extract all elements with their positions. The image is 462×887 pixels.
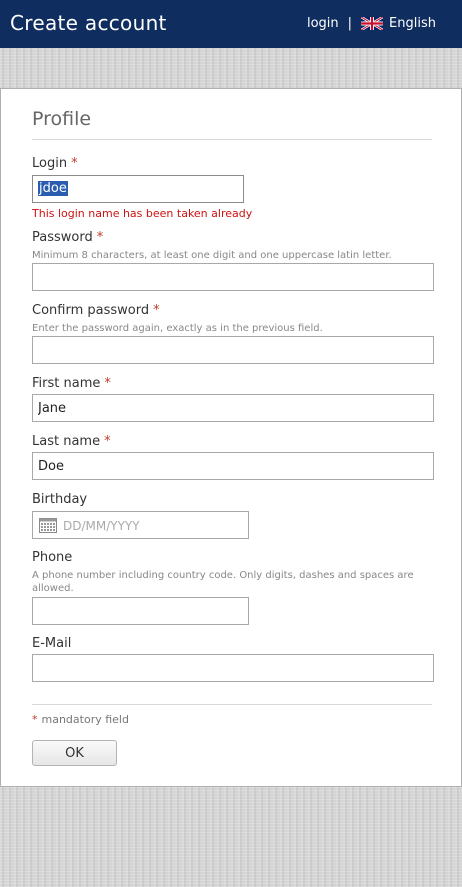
last-name-label: Last name * xyxy=(32,434,111,449)
uk-flag-icon[interactable] xyxy=(361,17,384,30)
birthday-label: Birthday xyxy=(32,492,88,507)
form-divider xyxy=(32,704,432,705)
top-nav: login | English xyxy=(307,16,436,31)
login-label: Login * xyxy=(32,156,78,171)
section-title: Profile xyxy=(32,108,92,130)
ok-button[interactable]: OK xyxy=(32,740,117,766)
first-name-field[interactable] xyxy=(32,394,434,422)
birthday-date-picker[interactable] xyxy=(32,511,249,539)
password-hint: Minimum 8 characters, at least one digit… xyxy=(32,250,392,261)
phone-hint: A phone number including country code. O… xyxy=(32,570,414,594)
profile-panel: Profile Login * jdoe This login name has … xyxy=(0,88,462,787)
password-field[interactable] xyxy=(32,263,434,291)
confirm-password-hint: Enter the password again, exactly as in … xyxy=(32,323,323,334)
email-label: E-Mail xyxy=(32,636,72,651)
section-divider xyxy=(32,139,432,140)
login-input-value: jdoe xyxy=(38,181,68,196)
confirm-password-label: Confirm password * xyxy=(32,303,160,318)
required-marker: * xyxy=(104,434,111,449)
required-marker: * xyxy=(32,713,38,726)
top-bar: Create account login | English xyxy=(0,0,462,48)
mandatory-note: * mandatory field xyxy=(32,713,129,726)
nav-separator: | xyxy=(347,16,353,31)
page-title: Create account xyxy=(10,11,167,35)
required-marker: * xyxy=(153,303,160,318)
required-marker: * xyxy=(71,156,78,171)
login-error: This login name has been taken already xyxy=(32,207,253,220)
phone-label: Phone xyxy=(32,550,73,565)
required-marker: * xyxy=(96,230,104,245)
phone-field[interactable] xyxy=(32,597,249,625)
required-marker: * xyxy=(104,376,111,391)
first-name-label: First name * xyxy=(32,376,111,391)
confirm-password-field[interactable] xyxy=(32,336,434,364)
password-label: Password * xyxy=(32,230,104,245)
login-link[interactable]: login xyxy=(307,16,339,31)
last-name-field[interactable] xyxy=(32,452,434,480)
login-input[interactable]: jdoe xyxy=(32,175,244,203)
calendar-icon[interactable] xyxy=(39,518,57,533)
birthday-field[interactable] xyxy=(61,514,245,538)
email-field[interactable] xyxy=(32,654,434,682)
language-selector[interactable]: English xyxy=(389,16,436,31)
